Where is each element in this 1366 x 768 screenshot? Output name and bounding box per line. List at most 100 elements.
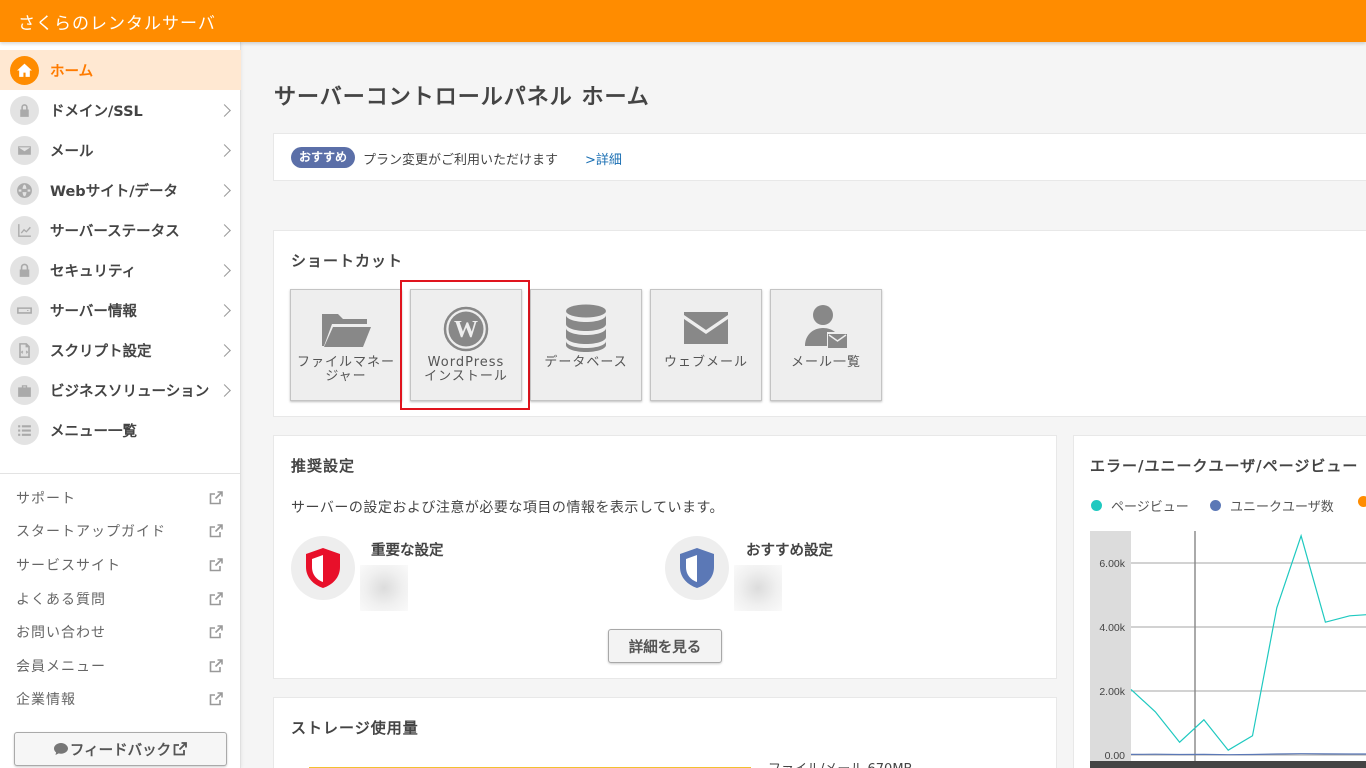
chevron-right-icon	[218, 263, 231, 277]
sidebar-item-label: サーバー情報	[50, 303, 137, 320]
shortcut-wordpress-install[interactable]: W WordPress インストール	[410, 289, 522, 401]
important-settings-count	[360, 565, 408, 611]
sidebar-link-label: お問い合わせ	[16, 625, 106, 641]
sidebar-item-label: ドメイン/SSL	[50, 103, 143, 120]
sidebar-item-label: メール	[50, 143, 94, 160]
sidebar: ホーム ドメイン/SSL メール Webサイト/データ サーバーステータス セキ…	[0, 42, 241, 768]
notice-detail-link[interactable]: >詳細	[585, 149, 622, 168]
external-link-icon	[173, 742, 188, 756]
sidebar-link-label: よくある質問	[16, 592, 106, 608]
envelope-icon	[651, 310, 761, 346]
user-mail-icon	[771, 304, 881, 350]
shortcut-label: ファイルマネー	[296, 355, 395, 370]
shortcut-webmail[interactable]: ウェブメール	[650, 289, 762, 401]
shortcut-label: メール一覧	[790, 355, 861, 370]
sidebar-item-server-info[interactable]: サーバー情報	[0, 290, 241, 330]
shortcut-label: ウェブメール	[663, 355, 748, 370]
list-icon	[10, 415, 39, 445]
shortcut-label: データベース	[544, 355, 628, 370]
chevron-right-icon	[218, 223, 231, 237]
recommended-shield-icon	[665, 536, 729, 600]
external-link-icon	[208, 557, 224, 573]
sidebar-item-script-settings[interactable]: スクリプト設定	[0, 330, 241, 370]
sidebar-item-website-data[interactable]: Webサイト/データ	[0, 170, 241, 210]
shortcut-mail-list[interactable]: メール一覧	[770, 289, 882, 401]
external-link-icon	[208, 523, 224, 539]
sidebar-item-business-solution[interactable]: ビジネスソリューション	[0, 370, 241, 410]
sidebar-item-label: サーバーステータス	[50, 223, 180, 240]
chat-icon	[53, 743, 68, 755]
sidebar-link-faq[interactable]: よくある質問	[0, 585, 241, 613]
sidebar-link-label: 会員メニュー	[16, 659, 106, 675]
chevron-right-icon	[218, 143, 231, 157]
sidebar-link-startup-guide[interactable]: スタートアップガイド	[0, 517, 241, 545]
chart-y-tick-label: 2.00k	[1099, 686, 1125, 698]
feedback-button[interactable]: フィードバック	[14, 732, 227, 766]
page-title: サーバーコントロールパネル ホーム	[274, 85, 650, 110]
external-link-icon	[208, 591, 224, 607]
sidebar-item-label: スクリプト設定	[50, 343, 152, 360]
chevron-right-icon	[218, 103, 231, 117]
sidebar-item-domain-ssl[interactable]: ドメイン/SSL	[0, 90, 241, 130]
chevron-right-icon	[218, 183, 231, 197]
external-link-icon	[208, 658, 224, 674]
storage-usage-card: ストレージ使用量 ファイル/メール 670MB	[273, 697, 1057, 768]
sidebar-item-menu-list[interactable]: メニュー一覧	[0, 410, 241, 450]
sidebar-link-company-info[interactable]: 企業情報	[0, 685, 241, 713]
chevron-right-icon	[218, 303, 231, 317]
external-link-icon	[208, 490, 224, 506]
folder-icon	[291, 310, 401, 348]
recommended-settings-description: サーバーの設定および注意が必要な項目の情報を表示しています。	[291, 500, 725, 516]
recommended-settings-card: 推奨設定 サーバーの設定および注意が必要な項目の情報を表示しています。 重要な設…	[273, 435, 1057, 679]
chart-y-tick-label: 0.00	[1105, 750, 1126, 762]
shortcut-label: WordPress	[427, 355, 505, 370]
storage-usage-label: ファイル/メール 670MB	[768, 758, 912, 768]
sidebar-link-contact[interactable]: お問い合わせ	[0, 618, 241, 646]
line-chart[interactable]: 0.00 2.00k 4.00k 6.00k	[1074, 436, 1366, 768]
external-link-icon	[208, 691, 224, 707]
chart-plot-area	[1131, 531, 1366, 768]
sidebar-item-mail[interactable]: メール	[0, 130, 241, 170]
shortcut-file-manager[interactable]: ファイルマネー ジャー	[290, 289, 402, 401]
feedback-label: フィードバック	[69, 742, 172, 759]
sidebar-link-member-menu[interactable]: 会員メニュー	[0, 652, 241, 680]
sidebar-link-label: サポート	[16, 491, 76, 507]
recommended-settings-count	[734, 565, 782, 611]
chart-y-tick-label: 4.00k	[1099, 622, 1125, 634]
mail-icon	[10, 135, 39, 165]
database-icon	[531, 304, 641, 352]
sidebar-item-label: Webサイト/データ	[50, 183, 178, 200]
recommended-settings-title: 推奨設定	[291, 457, 356, 475]
recommended-settings-label[interactable]: おすすめ設定	[746, 539, 833, 560]
wordpress-icon: W	[411, 306, 521, 352]
important-settings-label[interactable]: 重要な設定	[371, 539, 444, 560]
briefcase-icon	[10, 375, 39, 405]
external-link-icon	[208, 624, 224, 640]
header-bar: さくらのレンタルサーバ	[0, 0, 1366, 42]
sidebar-link-support[interactable]: サポート	[0, 484, 241, 512]
app-logo[interactable]: さくらのレンタルサーバ	[18, 9, 216, 34]
recommend-badge: おすすめ	[291, 147, 356, 168]
sidebar-link-service-site[interactable]: サービスサイト	[0, 551, 241, 579]
chart-icon	[10, 215, 39, 245]
sidebar-item-server-status[interactable]: サーバーステータス	[0, 210, 241, 250]
sidebar-divider	[0, 473, 240, 474]
sidebar-item-label: ホーム	[50, 63, 94, 80]
chart-y-tick-label: 6.00k	[1099, 558, 1125, 570]
sidebar-link-label: スタートアップガイド	[16, 524, 166, 540]
globe-icon	[10, 175, 39, 205]
sidebar-link-label: 企業情報	[16, 692, 76, 708]
storage-usage-title: ストレージ使用量	[291, 719, 419, 737]
sidebar-item-home[interactable]: ホーム	[0, 50, 241, 90]
notice-bar: おすすめ プラン変更がご利用いただけます >詳細	[273, 133, 1366, 181]
home-icon	[10, 55, 39, 85]
shortcut-database[interactable]: データベース	[530, 289, 642, 401]
view-details-button[interactable]: 詳細を見る	[608, 629, 722, 663]
svg-text:W: W	[454, 317, 478, 343]
domain-ssl-icon	[10, 95, 39, 125]
sidebar-item-label: セキュリティ	[50, 263, 137, 280]
server-icon	[10, 295, 39, 325]
sidebar-item-security[interactable]: セキュリティ	[0, 250, 241, 290]
shortcuts-title: ショートカット	[291, 252, 404, 270]
sidebar-link-label: サービスサイト	[16, 558, 121, 574]
